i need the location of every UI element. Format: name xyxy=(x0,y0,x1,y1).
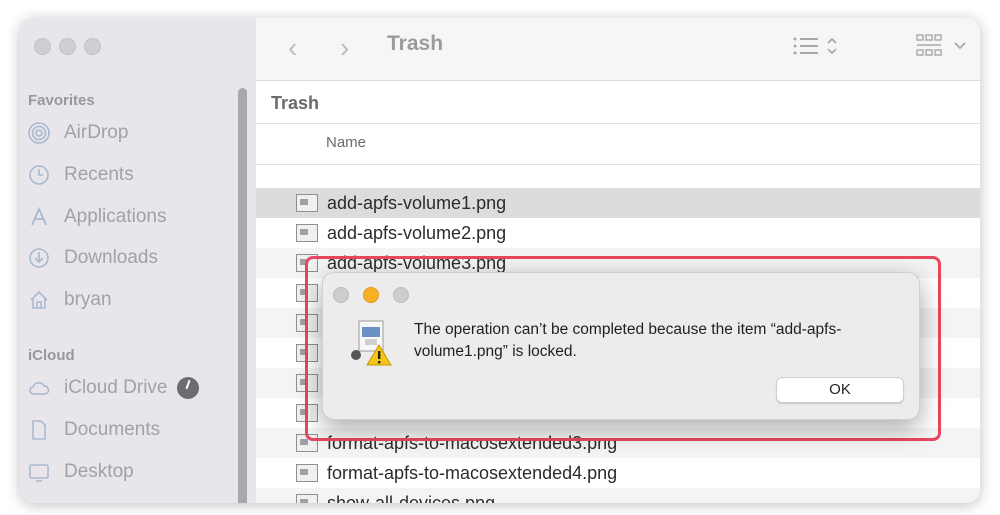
locked-file-warning-icon xyxy=(349,319,397,369)
file-row[interactable]: add-apfs-volume2.png xyxy=(256,218,980,248)
sidebar-item-label: Documents xyxy=(64,419,161,440)
file-name: add-apfs-volume1.png xyxy=(327,192,507,213)
sidebar-item-bryan[interactable]: bryan xyxy=(28,283,228,317)
dialog-message: The operation can’t be completed because… xyxy=(414,321,842,360)
file-name: show-all-devices.png xyxy=(327,492,496,504)
sidebar: Favorites AirDrop Recents Applications D… xyxy=(20,18,256,503)
sidebar-item-label: iCloud Drive xyxy=(64,377,168,398)
ok-button[interactable]: OK xyxy=(776,377,904,403)
path-title: Trash xyxy=(271,93,320,113)
sidebar-item-airdrop[interactable]: AirDrop xyxy=(28,116,228,150)
document-icon xyxy=(32,420,46,440)
sidebar-item-label: bryan xyxy=(64,289,112,310)
file-row[interactable]: add-apfs-volume1.png xyxy=(256,188,980,218)
airdrop-icon xyxy=(28,122,50,144)
sidebar-scrollbar[interactable] xyxy=(238,88,247,503)
sidebar-item-label: Desktop xyxy=(64,461,134,482)
image-file-icon xyxy=(296,194,318,212)
sidebar-item-recents[interactable]: Recents xyxy=(28,158,228,192)
sidebar-item-label: Downloads xyxy=(64,247,158,268)
sync-progress-icon xyxy=(177,377,200,399)
image-file-icon xyxy=(296,224,318,242)
sidebar-item-label: Recents xyxy=(64,164,134,185)
dialog-minimize-button[interactable] xyxy=(363,287,379,303)
applications-icon xyxy=(31,206,47,226)
minimize-button[interactable] xyxy=(59,38,76,55)
forward-button[interactable]: › xyxy=(340,32,349,64)
close-button[interactable] xyxy=(34,38,51,55)
sidebar-item-label: Applications xyxy=(64,206,167,227)
file-name: add-apfs-volume2.png xyxy=(327,222,507,243)
window-title: Trash xyxy=(387,32,444,55)
clock-icon xyxy=(29,165,49,185)
image-file-icon xyxy=(296,494,318,503)
dialog-close-button[interactable] xyxy=(333,287,349,303)
file-name: format-apfs-to-macosextended4.png xyxy=(327,462,618,483)
toolbar: ‹ › Trash xyxy=(256,18,980,81)
cloud-icon xyxy=(29,382,50,395)
sidebar-item-desktop[interactable]: Desktop xyxy=(28,455,228,489)
sidebar-item-documents[interactable]: Documents xyxy=(28,413,228,447)
group-by-icon[interactable] xyxy=(916,34,972,67)
sidebar-item-downloads[interactable]: Downloads xyxy=(28,241,228,275)
sidebar-item-label: AirDrop xyxy=(64,122,129,143)
sidebar-item-applications[interactable]: Applications xyxy=(28,200,228,234)
file-row[interactable]: show-all-devices.png xyxy=(256,488,980,503)
dialog-zoom-button[interactable] xyxy=(393,287,409,303)
back-button[interactable]: ‹ xyxy=(288,32,297,64)
favorites-heading: Favorites xyxy=(28,92,95,109)
icloud-heading: iCloud xyxy=(28,347,75,364)
image-file-icon xyxy=(296,464,318,482)
zoom-button[interactable] xyxy=(84,38,101,55)
desktop-icon xyxy=(29,464,49,482)
column-header: Name xyxy=(256,123,980,165)
list-view-icon[interactable] xyxy=(792,34,842,63)
home-icon xyxy=(30,290,48,309)
alert-dialog: The operation can’t be completed because… xyxy=(322,272,920,420)
name-column-header[interactable]: Name xyxy=(326,134,366,151)
sidebar-item-icloud-drive[interactable]: iCloud Drive xyxy=(28,371,228,405)
downloads-icon xyxy=(29,248,49,268)
file-row[interactable]: format-apfs-to-macosextended4.png xyxy=(256,458,980,488)
